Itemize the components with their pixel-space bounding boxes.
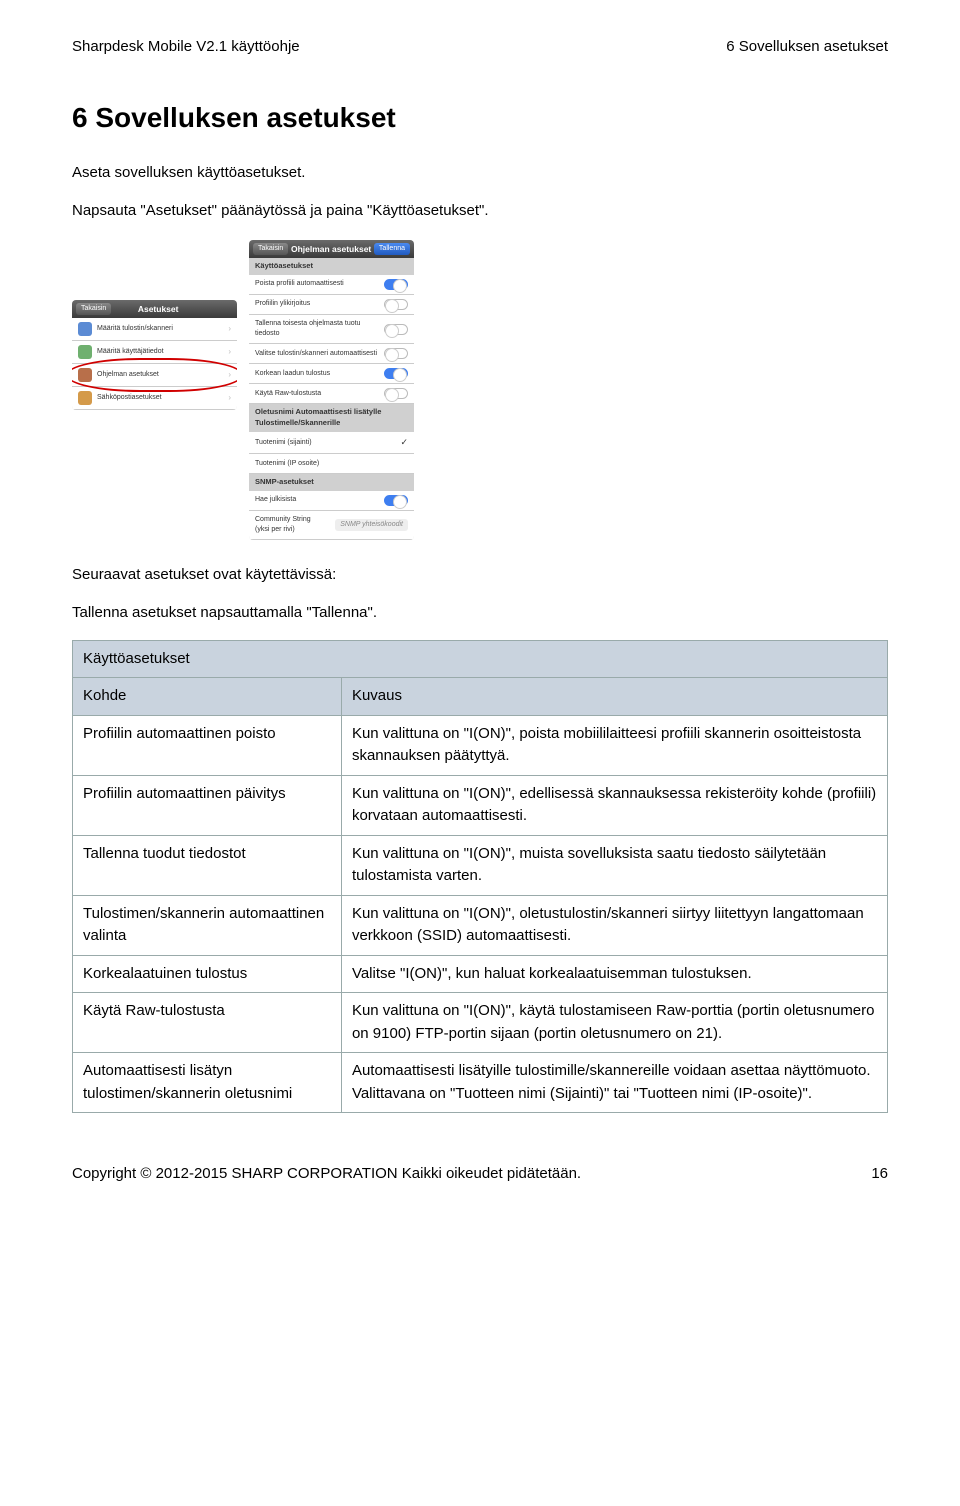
phone1-row-user: Määritä käyttäjätiedot› — [72, 341, 237, 364]
phone2-group3: SNMP-asetukset — [249, 474, 414, 491]
table-header-kohde: Kohde — [73, 678, 342, 716]
phone1-row-app-settings: Ohjelman asetukset› — [72, 364, 237, 387]
intro-3: Seuraavat asetukset ovat käytettävissä: — [72, 564, 888, 586]
phone2-row-public: Hae julkisista — [249, 491, 414, 511]
footer-copyright: Copyright © 2012-2015 SHARP CORPORATION … — [72, 1163, 581, 1185]
gear-icon — [78, 368, 92, 382]
user-icon — [78, 345, 92, 359]
table-cell: Profiilin automaattinen poisto — [73, 715, 342, 775]
phone1-row-printer: Määritä tulostin/skanneri› — [72, 318, 237, 341]
phone1-row-email: Sähköpostiasetukset› — [72, 387, 237, 410]
mail-icon — [78, 391, 92, 405]
phone2-row-raw: Käytä Raw-tulostusta — [249, 384, 414, 404]
page-footer: Copyright © 2012-2015 SHARP CORPORATION … — [72, 1163, 888, 1185]
table-group-header: Käyttöasetukset — [73, 640, 888, 678]
toggle-off-icon — [384, 324, 408, 335]
screenshot-settings-list: Takaisin Asetukset Määritä tulostin/skan… — [72, 300, 237, 410]
toggle-off-icon — [384, 348, 408, 359]
toggle-on-icon — [384, 279, 408, 290]
phone2-row-overwrite: Profiilin ylikirjoitus — [249, 295, 414, 315]
intro-2: Napsauta "Asetukset" päänäytössä ja pain… — [72, 200, 888, 222]
chevron-right-icon: › — [228, 369, 231, 381]
table-header-kuvaus: Kuvaus — [341, 678, 887, 716]
phone2-header: Takaisin Ohjelman asetukset Tallenna — [249, 240, 414, 258]
phone2-row-high-quality: Korkean laadun tulostus — [249, 364, 414, 384]
table-cell: Kun valittuna on "I(ON)", edellisessä sk… — [341, 775, 887, 835]
chevron-right-icon: › — [228, 392, 231, 404]
table-cell: Tallenna tuodut tiedostot — [73, 835, 342, 895]
table-cell: Kun valittuna on "I(ON)", oletustulostin… — [341, 895, 887, 955]
table-cell: Käytä Raw-tulostusta — [73, 993, 342, 1053]
phone2-back-button: Takaisin — [253, 243, 288, 255]
table-cell: Korkealaatuinen tulostus — [73, 955, 342, 993]
phone2-title: Ohjelman asetukset — [291, 243, 371, 255]
section-title: 6 Sovelluksen asetukset — [72, 98, 888, 139]
intro-1: Aseta sovelluksen käyttöasetukset. — [72, 162, 888, 184]
page-header: Sharpdesk Mobile V2.1 käyttöohje 6 Sovel… — [72, 36, 888, 58]
toggle-on-icon — [384, 495, 408, 506]
table-row: Automaattisesti lisätyn tulostimen/skann… — [73, 1053, 888, 1113]
check-icon: ✓ — [400, 436, 408, 449]
chevron-right-icon: › — [228, 346, 231, 358]
table-cell: Automaattisesti lisätyille tulostimille/… — [341, 1053, 887, 1113]
phone1-title: Asetukset — [138, 303, 179, 315]
phone2-save-button: Tallenna — [374, 243, 410, 255]
phone2-row-save-imported: Tallenna toisesta ohjelmasta tuotu tiedo… — [249, 315, 414, 344]
phone2-row-name-location: Tuotenimi (sijainti)✓ — [249, 432, 414, 454]
screenshot-row: Takaisin Asetukset Määritä tulostin/skan… — [72, 240, 888, 540]
phone2-group1: Käyttöasetukset — [249, 258, 414, 275]
table-cell: Kun valittuna on "I(ON)", poista mobiili… — [341, 715, 887, 775]
printer-icon — [78, 322, 92, 336]
phone2-community-input: SNMP yhteisökoodit — [335, 519, 408, 531]
table-row: Tallenna tuodut tiedostotKun valittuna o… — [73, 835, 888, 895]
table-row: Profiilin automaattinen poistoKun valitt… — [73, 715, 888, 775]
phone2-row-auto-select: Valitse tulostin/skanneri automaattisest… — [249, 344, 414, 364]
phone1-header: Takaisin Asetukset — [72, 300, 237, 318]
table-row: Korkealaatuinen tulostusValitse "I(ON)",… — [73, 955, 888, 993]
header-left: Sharpdesk Mobile V2.1 käyttöohje — [72, 36, 300, 58]
table-row: Profiilin automaattinen päivitysKun vali… — [73, 775, 888, 835]
intro-4: Tallenna asetukset napsauttamalla "Talle… — [72, 602, 888, 624]
table-cell: Automaattisesti lisätyn tulostimen/skann… — [73, 1053, 342, 1113]
table-cell: Kun valittuna on "I(ON)", käytä tulostam… — [341, 993, 887, 1053]
header-right: 6 Sovelluksen asetukset — [726, 36, 888, 58]
phone2-row-auto-delete: Poista profiili automaattisesti — [249, 275, 414, 295]
toggle-off-icon — [384, 388, 408, 399]
toggle-on-icon — [384, 368, 408, 379]
phone2-row-name-ip: Tuotenimi (IP osoite) — [249, 454, 414, 474]
table-cell: Tulostimen/skannerin automaattinen valin… — [73, 895, 342, 955]
toggle-off-icon — [384, 299, 408, 310]
table-cell: Kun valittuna on "I(ON)", muista sovellu… — [341, 835, 887, 895]
table-cell: Profiilin automaattinen päivitys — [73, 775, 342, 835]
phone2-group2: Oletusnimi Automaattisesti lisätylle Tul… — [249, 404, 414, 432]
settings-table: Käyttöasetukset Kohde Kuvaus Profiilin a… — [72, 640, 888, 1114]
phone2-row-community: Community String (yksi per rivi)SNMP yht… — [249, 511, 414, 540]
footer-page-number: 16 — [871, 1163, 888, 1185]
phone1-back-button: Takaisin — [76, 303, 111, 315]
table-row: Tulostimen/skannerin automaattinen valin… — [73, 895, 888, 955]
table-cell: Valitse "I(ON)", kun haluat korkealaatui… — [341, 955, 887, 993]
chevron-right-icon: › — [228, 323, 231, 335]
table-row: Käytä Raw-tulostustaKun valittuna on "I(… — [73, 993, 888, 1053]
screenshot-app-settings: Takaisin Ohjelman asetukset Tallenna Käy… — [249, 240, 414, 540]
